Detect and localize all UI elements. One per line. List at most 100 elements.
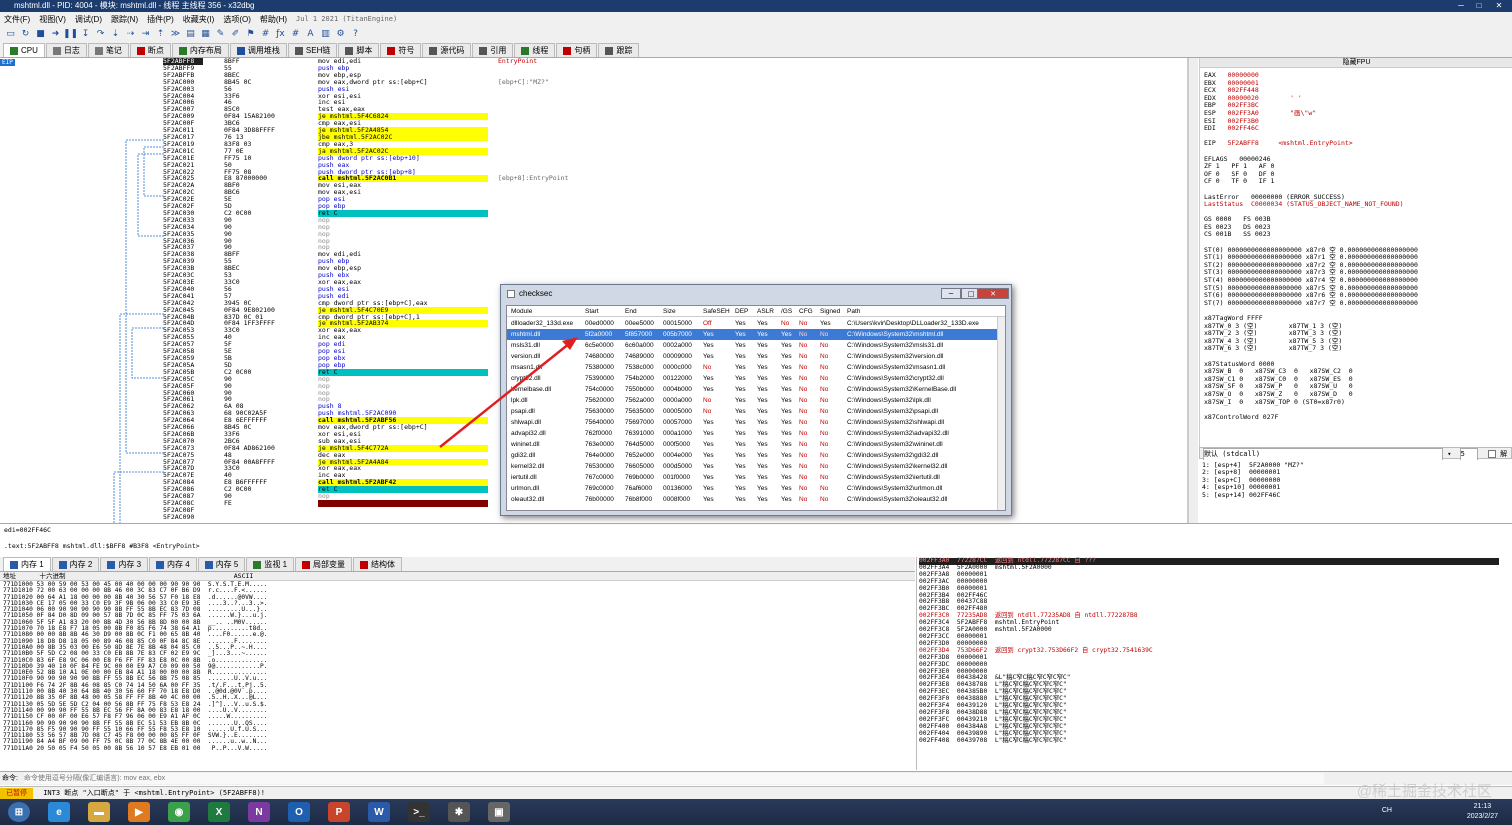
register-line[interactable]: x87ControlWord 027F	[1204, 413, 1504, 422]
stack-row[interactable]: 002FF3A8 00000001	[919, 571, 1499, 579]
stop-icon[interactable]: ■	[34, 28, 47, 41]
disasm-instruction[interactable]: nop	[318, 382, 488, 390]
checksec-column-header[interactable]: Path	[847, 306, 860, 317]
register-line[interactable]: CF 0 TF 0 IF 1	[1204, 178, 1504, 186]
tab-6[interactable]: SEH链	[287, 43, 338, 57]
checksec-row[interactable]: advapi32.dll 762f0000 76391000 000a1000 Yes Y…	[507, 428, 997, 439]
checksec-row[interactable]: msasn1.dll 75380000 7538c000 0000c000 No Yes Y…	[507, 362, 997, 373]
menu-options[interactable]: 选项(O)	[223, 14, 251, 25]
checksec-close-button[interactable]: ✕	[977, 288, 1009, 299]
open-icon[interactable]: ▭	[4, 28, 17, 41]
maximize-button[interactable]: □	[1472, 1, 1486, 11]
disasm-instruction[interactable]: ret C	[318, 368, 488, 376]
stack-row[interactable]: 002FF3B0 00000001	[919, 585, 1499, 593]
comment-icon[interactable]: ✐	[229, 28, 242, 41]
excel-icon[interactable]: X	[208, 802, 230, 822]
register-line[interactable]: LastStatus C0000034 (STATUS_OBJECT_NAME_…	[1204, 200, 1504, 209]
function-icon[interactable]: ƒx	[274, 28, 287, 41]
ie-icon[interactable]: e	[48, 802, 70, 822]
stack-pane[interactable]: 002FF3A0 772287CC 返回到 ntdll.772287CC 自 ?…	[916, 557, 1504, 770]
menu-help[interactable]: 帮助(H)	[260, 14, 287, 25]
x32dbg-icon[interactable]: ✱	[448, 802, 470, 822]
dump-tab-6[interactable]: 局部变量	[295, 557, 353, 571]
stack-row[interactable]: 002FF3CC 00000001	[919, 633, 1499, 641]
checksec-row[interactable]: version.dll 74680000 74689000 00009000 Yes Ye…	[507, 351, 997, 362]
menu-debug[interactable]: 调试(D)	[75, 14, 102, 25]
disasm-instruction[interactable]: ???	[318, 500, 488, 507]
dump-row[interactable]: 771D11A0 20 50 05 F4 50 05 00 8B 56 10 5…	[3, 745, 343, 752]
step-into-icon[interactable]: ↧	[79, 28, 92, 41]
scylla-icon[interactable]: ▦	[199, 28, 212, 41]
tab-7[interactable]: 脚本	[338, 43, 380, 57]
dump-tab-3[interactable]: 内存 4	[149, 557, 197, 571]
bookmark-icon[interactable]: ⚑	[244, 28, 257, 41]
close-button[interactable]: ✕	[1492, 1, 1506, 11]
checksec-row[interactable]: psapi.dll 75630000 75635000 00005000 No Yes Ye…	[507, 406, 997, 417]
run-to-user-icon[interactable]: ⇥	[139, 28, 152, 41]
chevron-down-icon[interactable]: ▾	[1447, 450, 1451, 458]
outlook-icon[interactable]: O	[288, 802, 310, 822]
input-method-indicator[interactable]: CH	[1382, 807, 1392, 814]
checksec-row[interactable]: mshtml.dll 5f2a0000 5f857000 005b7000 Yes Yes…	[507, 329, 997, 340]
cpu-scrollbar[interactable]	[1188, 58, 1198, 523]
checksec-row[interactable]: wininet.dll 763e0000 764d5000 000f5000 Yes Ye…	[507, 439, 997, 450]
run-icon[interactable]: ➜	[49, 28, 62, 41]
register-line[interactable]: x87TW_6 3 (空) x87TW_7 3 (空)	[1204, 345, 1504, 353]
onenote-icon[interactable]: N	[248, 802, 270, 822]
tab-12[interactable]: 句柄	[556, 43, 598, 57]
checksec-minimize-button[interactable]: ─	[941, 288, 961, 299]
animate-icon[interactable]: ≫	[169, 28, 182, 41]
stack-row[interactable]: 002FF408 00439708 L"稿C窄C稿C窄C窄C窄C"	[919, 737, 1499, 745]
trace-into-icon[interactable]: ⇣	[109, 28, 122, 41]
dump-tab-4[interactable]: 内存 5	[197, 557, 246, 571]
checksec-column-header[interactable]: Module	[511, 306, 532, 317]
about-icon[interactable]: ?	[349, 28, 362, 41]
disasm-instruction[interactable]: nop	[318, 216, 488, 224]
disasm-instruction[interactable]: nop	[318, 493, 488, 500]
stack-row[interactable]: 002FF3D4 753D66F2 返回到 crypt32.753D66F2 自…	[919, 647, 1499, 655]
register-line[interactable]: x87SW_I 0 x87SW_TOP 0 (ST0=x87r0)	[1204, 398, 1504, 407]
register-line[interactable]: ST(7) 0000000000000000000 x87r7 空 0.0000…	[1204, 299, 1504, 308]
checksec-column-header[interactable]: DEP	[735, 306, 748, 317]
disasm-instruction[interactable]: nop	[318, 223, 488, 231]
dump-tab-0[interactable]: 内存 1	[3, 557, 51, 571]
checksec-row[interactable]: oleaut32.dll 76b00000 76b8f000 0008f000 Yes Y…	[507, 494, 997, 505]
terminal-icon[interactable]: >_	[408, 802, 430, 822]
checksec-row[interactable]: kernelbase.dll 754c0000 7550b000 0004b000 Ye…	[507, 384, 997, 395]
checksec-column-header[interactable]: ASLR	[757, 306, 774, 317]
word-icon[interactable]: W	[368, 802, 390, 822]
folder-icon[interactable]: ▬	[88, 802, 110, 822]
disasm-instruction[interactable]: nop	[318, 389, 488, 397]
stack-row[interactable]: 002FF3B8 00437C88	[919, 599, 1499, 606]
checksec-row[interactable]: urlmon.dll 769c0000 76af6000 00136000 Yes Yes…	[507, 483, 997, 494]
settings-icon[interactable]: ⚙	[334, 28, 347, 41]
patch-icon[interactable]: ✎	[214, 28, 227, 41]
windows-start-icon[interactable]: ⊞	[8, 802, 30, 822]
checksec-row[interactable]: dllloader32_133d.exe 00ed0000 00ee5000 0001…	[507, 318, 997, 329]
checksec-row[interactable]: lpk.dll 75620000 7562a000 0000a000 No Yes Yes Y…	[507, 395, 997, 406]
disasm-instruction[interactable]: nop	[318, 230, 488, 238]
trace-over-icon[interactable]: ⇢	[124, 28, 137, 41]
minimize-button[interactable]: ─	[1454, 1, 1468, 11]
disasm-instruction[interactable]: nop	[318, 237, 488, 245]
register-line[interactable]: CS 001B SS 0023	[1204, 231, 1504, 239]
register-line[interactable]: EDI 002FF46C	[1204, 124, 1504, 133]
stack-row[interactable]: 002FF3C8 5F2A0000 mshtml.5F2A0000	[919, 626, 1499, 634]
checksec-scrollbar[interactable]	[997, 317, 1005, 510]
checksec-row[interactable]: msls31.dll 6c5e0000 6c60a000 0002a000 Yes Yes…	[507, 340, 997, 351]
checksec-window[interactable]: checksec ─ □ ✕ Module Start End Size SafeSEH…	[500, 284, 1012, 516]
disasm-instruction[interactable]: ret C	[318, 210, 488, 217]
menu-trace[interactable]: 跟踪(N)	[111, 14, 138, 25]
execute-till-return-icon[interactable]: ⇡	[154, 28, 167, 41]
memory-dump-pane[interactable]: 地址 十六进制 ASCII 771D1000 53 00 59 00 53 00…	[0, 572, 915, 770]
disasm-instruction[interactable]: pop ebp	[318, 361, 488, 369]
menu-view[interactable]: 视图(V)	[39, 14, 66, 25]
disasm-instruction[interactable]: nop	[318, 396, 488, 403]
menu-plugins[interactable]: 插件(P)	[147, 14, 174, 25]
checksec-column-header[interactable]: Start	[585, 306, 599, 317]
checksec-row[interactable]: gdi32.dll 764e0000 7652e000 0004e000 Yes Yes Y…	[507, 450, 997, 461]
stack-row[interactable]: 002FF3D8 00000001	[919, 654, 1499, 662]
stack-row[interactable]: 002FF3DC 00000000	[919, 661, 1499, 669]
tab-2[interactable]: 笔记	[87, 43, 129, 57]
checksec-column-header[interactable]: End	[625, 306, 637, 317]
